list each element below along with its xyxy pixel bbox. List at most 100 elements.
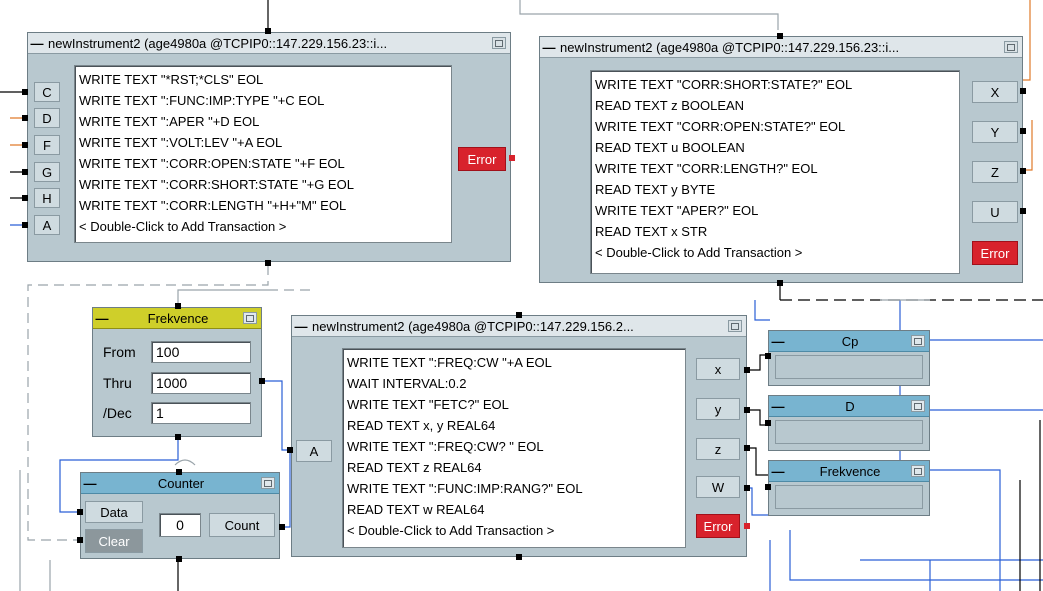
transaction-row[interactable]: READ TEXT z BOOLEAN [595, 95, 955, 116]
transaction-row[interactable]: WRITE TEXT ":VOLT:LEV "+A EOL [79, 132, 447, 153]
transaction-row[interactable]: READ TEXT u BOOLEAN [595, 137, 955, 158]
transaction-row[interactable]: READ TEXT x, y REAL64 [347, 415, 681, 436]
minus-icon[interactable]: — [93, 309, 111, 327]
instrument-object-2[interactable]: — newInstrument2 (age4980a @TCPIP0::147.… [539, 36, 1023, 283]
input-pin-h[interactable]: H [34, 188, 60, 208]
transaction-list[interactable]: WRITE TEXT ":FREQ:CW "+A EOL WAIT INTERV… [342, 348, 686, 548]
sequence-out-pin[interactable] [516, 554, 522, 560]
sequence-out-pin[interactable] [175, 434, 181, 440]
add-transaction-row[interactable]: < Double-Click to Add Transaction > [79, 216, 447, 237]
sequence-in-pin[interactable] [176, 469, 182, 475]
data-out-dot[interactable] [1020, 208, 1026, 214]
add-transaction-row[interactable]: < Double-Click to Add Transaction > [347, 520, 681, 541]
instrument-2-title-bar[interactable]: — newInstrument2 (age4980a @TCPIP0::147.… [540, 37, 1022, 58]
transaction-row[interactable]: WRITE TEXT ":FREQ:CW? " EOL [347, 436, 681, 457]
transaction-row[interactable]: WAIT INTERVAL:0.2 [347, 373, 681, 394]
maximize-icon[interactable] [243, 312, 257, 324]
minus-icon[interactable]: — [769, 462, 787, 480]
sequence-out-pin[interactable] [265, 260, 271, 266]
transaction-row[interactable]: WRITE TEXT ":CORR:LENGTH "+H+"M" EOL [79, 195, 447, 216]
data-out-dot[interactable] [1020, 128, 1026, 134]
data-in-dot[interactable] [22, 115, 28, 121]
minus-icon[interactable]: — [769, 397, 787, 415]
output-pin-x[interactable]: x [696, 358, 740, 380]
from-field[interactable]: 100 [151, 341, 251, 363]
transaction-list[interactable]: WRITE TEXT "CORR:SHORT:STATE?" EOL READ … [590, 70, 960, 274]
input-pin-g[interactable]: G [34, 162, 60, 182]
transaction-row[interactable]: READ TEXT x STR [595, 221, 955, 242]
error-pin[interactable]: Error [458, 147, 506, 171]
data-out-dot[interactable] [744, 407, 750, 413]
count-output-pin[interactable]: Count [209, 513, 275, 537]
maximize-icon[interactable] [261, 477, 275, 489]
maximize-icon[interactable] [911, 465, 925, 477]
minus-icon[interactable]: — [81, 474, 99, 492]
transaction-row[interactable]: WRITE TEXT "CORR:LENGTH?" EOL [595, 158, 955, 179]
data-in-dot[interactable] [765, 353, 771, 359]
cp-display-object[interactable]: — Cp [768, 330, 930, 386]
input-pin-c[interactable]: C [34, 82, 60, 102]
transaction-row[interactable]: WRITE TEXT ":FREQ:CW "+A EOL [347, 352, 681, 373]
data-in-dot[interactable] [22, 222, 28, 228]
data-in-dot[interactable] [765, 420, 771, 426]
data-in-dot[interactable] [22, 89, 28, 95]
sequence-in-pin[interactable] [516, 312, 522, 318]
frekvence-display-title-bar[interactable]: — Frekvence [769, 461, 929, 482]
cp-title-bar[interactable]: — Cp [769, 331, 929, 352]
transaction-row[interactable]: WRITE TEXT ":CORR:SHORT:STATE "+G EOL [79, 174, 447, 195]
data-in-dot[interactable] [77, 509, 83, 515]
counter-object[interactable]: — Counter Data Clear 0 Count [80, 472, 280, 559]
data-in-dot[interactable] [77, 537, 83, 543]
minus-icon[interactable]: — [292, 317, 310, 335]
maximize-icon[interactable] [911, 400, 925, 412]
input-pin-a[interactable]: A [34, 215, 60, 235]
transaction-row[interactable]: WRITE TEXT "CORR:OPEN:STATE?" EOL [595, 116, 955, 137]
data-out-dot[interactable] [1020, 88, 1026, 94]
sequence-in-pin[interactable] [265, 28, 271, 34]
output-pin-u[interactable]: U [972, 201, 1018, 223]
data-out-dot[interactable] [744, 367, 750, 373]
error-pin[interactable]: Error [696, 514, 740, 538]
instrument-3-title-bar[interactable]: — newInstrument2 (age4980a @TCPIP0::147.… [292, 316, 746, 337]
frekvence-title-bar[interactable]: — Frekvence [93, 308, 261, 329]
data-in-dot[interactable] [22, 142, 28, 148]
transaction-row[interactable]: WRITE TEXT "APER?" EOL [595, 200, 955, 221]
maximize-icon[interactable] [1004, 41, 1018, 53]
data-out-dot[interactable] [1020, 168, 1026, 174]
output-pin-y[interactable]: Y [972, 121, 1018, 143]
maximize-icon[interactable] [728, 320, 742, 332]
transaction-row[interactable]: WRITE TEXT ":FUNC:IMP:TYPE "+C EOL [79, 90, 447, 111]
data-in-dot[interactable] [22, 195, 28, 201]
instrument-1-title-bar[interactable]: — newInstrument2 (age4980a @TCPIP0::147.… [28, 33, 510, 54]
d-display-object[interactable]: — D [768, 395, 930, 451]
transaction-row[interactable]: WRITE TEXT "FETC?" EOL [347, 394, 681, 415]
data-out-dot[interactable] [744, 485, 750, 491]
data-in-dot[interactable] [22, 169, 28, 175]
frekvence-object[interactable]: — Frekvence From 100 Thru 1000 /Dec 1 [92, 307, 262, 437]
minus-icon[interactable]: — [540, 38, 558, 56]
frekvence-display-object[interactable]: — Frekvence [768, 460, 930, 516]
transaction-row[interactable]: READ TEXT w REAL64 [347, 499, 681, 520]
minus-icon[interactable]: — [769, 332, 787, 350]
transaction-row[interactable]: READ TEXT z REAL64 [347, 457, 681, 478]
maximize-icon[interactable] [911, 335, 925, 347]
error-pin[interactable]: Error [972, 241, 1018, 265]
sequence-in-pin[interactable] [175, 303, 181, 309]
transaction-row[interactable]: WRITE TEXT ":APER "+D EOL [79, 111, 447, 132]
sequence-in-pin[interactable] [777, 33, 783, 39]
instrument-object-1[interactable]: — newInstrument2 (age4980a @TCPIP0::147.… [27, 32, 511, 262]
data-out-dot[interactable] [279, 524, 285, 530]
thru-field[interactable]: 1000 [151, 372, 251, 394]
output-pin-x[interactable]: X [972, 81, 1018, 103]
input-pin-a[interactable]: A [296, 440, 332, 462]
output-pin-w[interactable]: W [696, 476, 740, 498]
data-out-dot[interactable] [744, 445, 750, 451]
transaction-row[interactable]: WRITE TEXT "*RST;*CLS" EOL [79, 69, 447, 90]
add-transaction-row[interactable]: < Double-Click to Add Transaction > [595, 242, 955, 263]
transaction-row[interactable]: WRITE TEXT ":CORR:OPEN:STATE "+F EOL [79, 153, 447, 174]
output-pin-z[interactable]: Z [972, 161, 1018, 183]
input-pin-d[interactable]: D [34, 108, 60, 128]
counter-title-bar[interactable]: — Counter [81, 473, 279, 494]
output-pin-z[interactable]: z [696, 438, 740, 460]
data-input-pin[interactable]: Data [85, 501, 143, 523]
